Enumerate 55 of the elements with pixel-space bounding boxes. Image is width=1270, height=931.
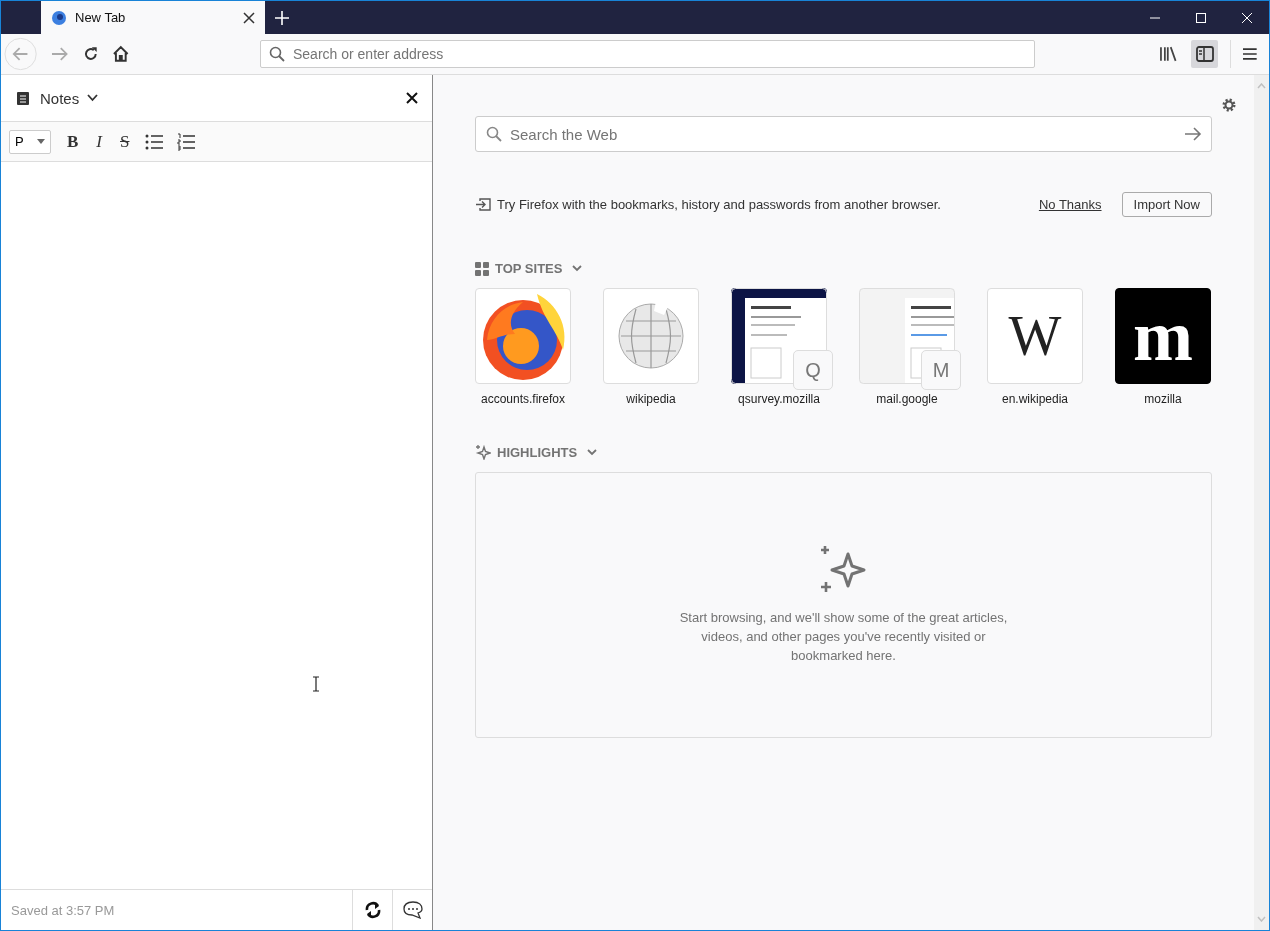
save-status: Saved at 3:57 PM — [10, 902, 116, 918]
maximize-icon[interactable] — [1195, 11, 1207, 24]
home-icon[interactable] — [112, 45, 130, 63]
site-initial-badge: Q — [793, 350, 833, 390]
empty-highlights-message: Start browsing, and we'll show some of the great articles, videos, and other pages you've recently visited or bookmarked here. — [678, 608, 1009, 665]
settings-icon[interactable] — [1221, 97, 1237, 113]
browser-tab[interactable]: New Tab — [41, 1, 265, 34]
plus-icon[interactable] — [275, 10, 289, 25]
web-search-field[interactable]: Search the Web — [475, 116, 1212, 152]
section-title: TOP SITES — [495, 261, 563, 276]
grid-icon — [475, 261, 489, 276]
search-icon — [269, 46, 285, 62]
sidebar-icon — [1195, 46, 1214, 62]
tab-title: New Tab — [75, 10, 127, 25]
arrow-right-icon[interactable] — [1184, 127, 1202, 141]
bulleted-list-icon[interactable] — [145, 133, 164, 150]
sync-icon[interactable] — [363, 901, 382, 919]
no-thanks-link[interactable]: No Thanks — [1038, 197, 1102, 212]
format-dropdown[interactable]: P — [9, 129, 51, 154]
search-icon — [486, 126, 502, 142]
puzzle-globe-icon — [616, 301, 686, 371]
sidebar-title[interactable]: Notes — [40, 89, 80, 107]
site-initial-badge: M — [921, 350, 961, 390]
site-label[interactable]: wikipedia — [626, 392, 676, 406]
sidebar-toggle-button[interactable] — [1191, 40, 1219, 68]
globe-icon — [51, 9, 67, 26]
caret-icon — [37, 139, 45, 144]
bold-button[interactable]: B — [65, 131, 81, 152]
site-label[interactable]: en.wikipedia — [1001, 392, 1068, 406]
italic-button[interactable]: I — [94, 131, 104, 152]
site-label[interactable]: mail.google — [876, 392, 938, 406]
chevron-down-icon[interactable] — [87, 94, 99, 102]
site-tile[interactable]: W — [987, 288, 1083, 384]
close-icon[interactable] — [243, 11, 255, 24]
import-message: Try Firefox with the bookmarks, history and passwords from another browser. — [497, 197, 941, 212]
chat-bubble-icon[interactable] — [402, 901, 423, 919]
library-icon[interactable] — [1159, 46, 1177, 62]
numbered-list-icon[interactable] — [177, 132, 196, 151]
close-icon[interactable] — [406, 92, 418, 104]
reload-icon[interactable] — [82, 46, 99, 62]
site-tile[interactable] — [603, 288, 699, 384]
text-cursor-icon — [312, 676, 320, 692]
site-label[interactable]: accounts.firefox — [480, 392, 565, 406]
section-title: HIGHLIGHTS — [497, 444, 578, 460]
site-tile[interactable] — [475, 288, 571, 384]
import-icon — [475, 197, 491, 212]
address-field[interactable]: Search or enter address — [260, 40, 1036, 68]
import-now-button[interactable]: Import Now — [1121, 192, 1212, 217]
site-tile[interactable]: m — [1115, 288, 1211, 384]
site-label[interactable]: qsurvey.mozilla — [738, 392, 820, 406]
notepad-icon — [17, 91, 29, 105]
sparkle-icon — [475, 444, 491, 460]
strike-button[interactable]: S — [118, 131, 132, 152]
menu-icon[interactable] — [1243, 48, 1257, 60]
site-label[interactable]: mozilla — [1144, 392, 1182, 406]
